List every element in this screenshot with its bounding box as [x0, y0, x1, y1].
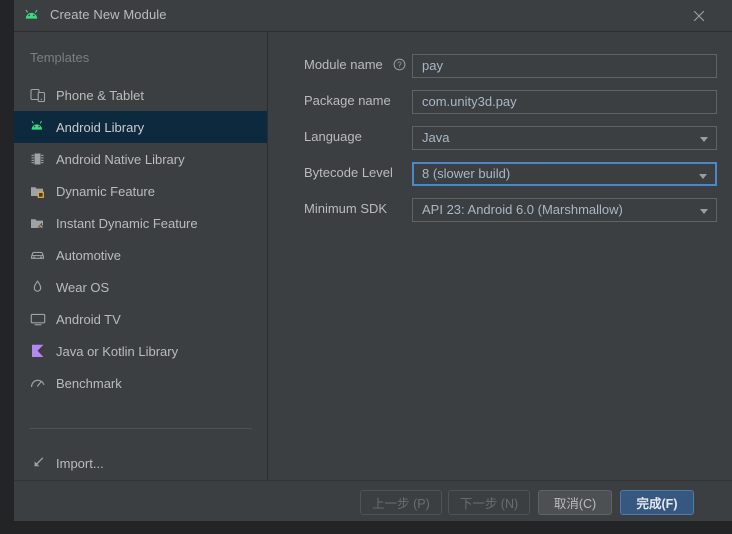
- sidebar-item-label: Import...: [56, 455, 104, 471]
- sidebar-item-label: Instant Dynamic Feature: [56, 215, 198, 231]
- package-name-input[interactable]: com.unity3d.pay: [412, 90, 717, 114]
- sidebar-item-dynamic-feature[interactable]: Dynamic Feature: [14, 175, 267, 207]
- package-name-row: Package name com.unity3d.pay: [269, 90, 732, 114]
- cancel-button[interactable]: 取消(C): [538, 490, 612, 515]
- tv-icon: [30, 311, 46, 327]
- language-dropdown[interactable]: Java: [412, 126, 717, 150]
- native-chip-icon: [30, 151, 46, 167]
- language-value: Java: [422, 130, 450, 145]
- package-name-value: com.unity3d.pay: [422, 94, 517, 109]
- watch-icon: [30, 279, 46, 295]
- minimum-sdk-dropdown[interactable]: API 23: Android 6.0 (Marshmallow): [412, 198, 717, 222]
- module-name-value: pay: [422, 58, 443, 73]
- finish-button[interactable]: 完成(F): [620, 490, 694, 515]
- package-name-label: Package name: [304, 93, 391, 108]
- module-name-row: Module name? pay: [269, 54, 732, 78]
- sidebar-divider: [30, 428, 252, 429]
- bytecode-level-row: Bytecode Level 8 (slower build): [269, 162, 732, 186]
- language-label: Language: [304, 129, 362, 144]
- language-row: Language Java: [269, 126, 732, 150]
- dialog-titlebar: Create New Module: [14, 0, 732, 32]
- android-robot-icon: [25, 9, 41, 23]
- templates-header: Templates: [30, 50, 90, 65]
- android-robot-icon: [30, 119, 46, 135]
- speedometer-icon: [30, 375, 46, 391]
- create-new-module-dialog: Create New Module Templates Phone & Tabl…: [14, 0, 732, 521]
- sidebar-item-automotive[interactable]: Automotive: [14, 239, 267, 271]
- chevron-down-icon[interactable]: [700, 209, 708, 214]
- bytecode-level-value: 8 (slower build): [422, 166, 511, 181]
- minimum-sdk-row: Minimum SDK API 23: Android 6.0 (Marshmal…: [269, 198, 732, 222]
- sidebar-item-java-or-kotlin-library[interactable]: Java or Kotlin Library: [14, 335, 267, 367]
- close-icon[interactable]: [686, 4, 712, 28]
- sidebar-item-wear-os[interactable]: Wear OS: [14, 271, 267, 303]
- dynamic-feature-folder-icon: [30, 183, 46, 199]
- sidebar-item-import[interactable]: Import...: [14, 447, 267, 479]
- sidebar-item-label: Phone & Tablet: [56, 87, 144, 103]
- templates-sidebar: Templates Phone & Tablet Android Library A…: [14, 32, 268, 480]
- module-name-label: Module name: [304, 57, 383, 72]
- module-form-panel: Module name? pay Package name com.unity3d.p…: [269, 32, 732, 480]
- instant-feature-folder-icon: [30, 215, 46, 231]
- next-button: 下一步 (N): [448, 490, 530, 515]
- bytecode-level-dropdown[interactable]: 8 (slower build): [412, 162, 717, 186]
- svg-text:?: ?: [397, 61, 402, 70]
- kotlin-flag-icon: [30, 343, 46, 359]
- sidebar-item-android-native-library[interactable]: Android Native Library: [14, 143, 267, 175]
- sidebar-item-phone-tablet[interactable]: Phone & Tablet: [14, 79, 267, 111]
- sidebar-item-label: Automotive: [56, 247, 122, 263]
- car-icon: [30, 247, 46, 263]
- sidebar-item-label: Dynamic Feature: [56, 183, 155, 199]
- chevron-down-icon[interactable]: [699, 174, 707, 179]
- sidebar-item-label: Benchmark: [56, 375, 122, 391]
- minimum-sdk-label: Minimum SDK: [304, 201, 388, 216]
- sidebar-item-label: Android Library: [56, 119, 145, 135]
- sidebar-item-label: Android TV: [56, 311, 121, 327]
- sidebar-item-benchmark[interactable]: Benchmark: [14, 367, 267, 399]
- dialog-footer: 上一步 (P) 下一步 (N) 取消(C) 完成(F): [14, 480, 732, 521]
- sidebar-item-android-library[interactable]: Android Library: [14, 111, 267, 143]
- import-arrow-icon: [30, 455, 46, 471]
- phone-tablet-icon: [30, 87, 46, 103]
- sidebar-item-android-tv[interactable]: Android TV: [14, 303, 267, 335]
- help-icon[interactable]: ?: [393, 58, 406, 71]
- previous-button: 上一步 (P): [360, 490, 442, 515]
- sidebar-item-label: Java or Kotlin Library: [56, 343, 179, 359]
- sidebar-item-label: Android Native Library: [56, 151, 185, 167]
- dialog-title: Create New Module: [50, 7, 167, 22]
- sidebar-item-instant-dynamic-feature[interactable]: Instant Dynamic Feature: [14, 207, 267, 239]
- sidebar-item-label: Wear OS: [56, 279, 110, 295]
- chevron-down-icon[interactable]: [700, 137, 708, 142]
- module-name-input[interactable]: pay: [412, 54, 717, 78]
- minimum-sdk-value: API 23: Android 6.0 (Marshmallow): [422, 202, 623, 217]
- bytecode-level-label: Bytecode Level: [304, 165, 393, 180]
